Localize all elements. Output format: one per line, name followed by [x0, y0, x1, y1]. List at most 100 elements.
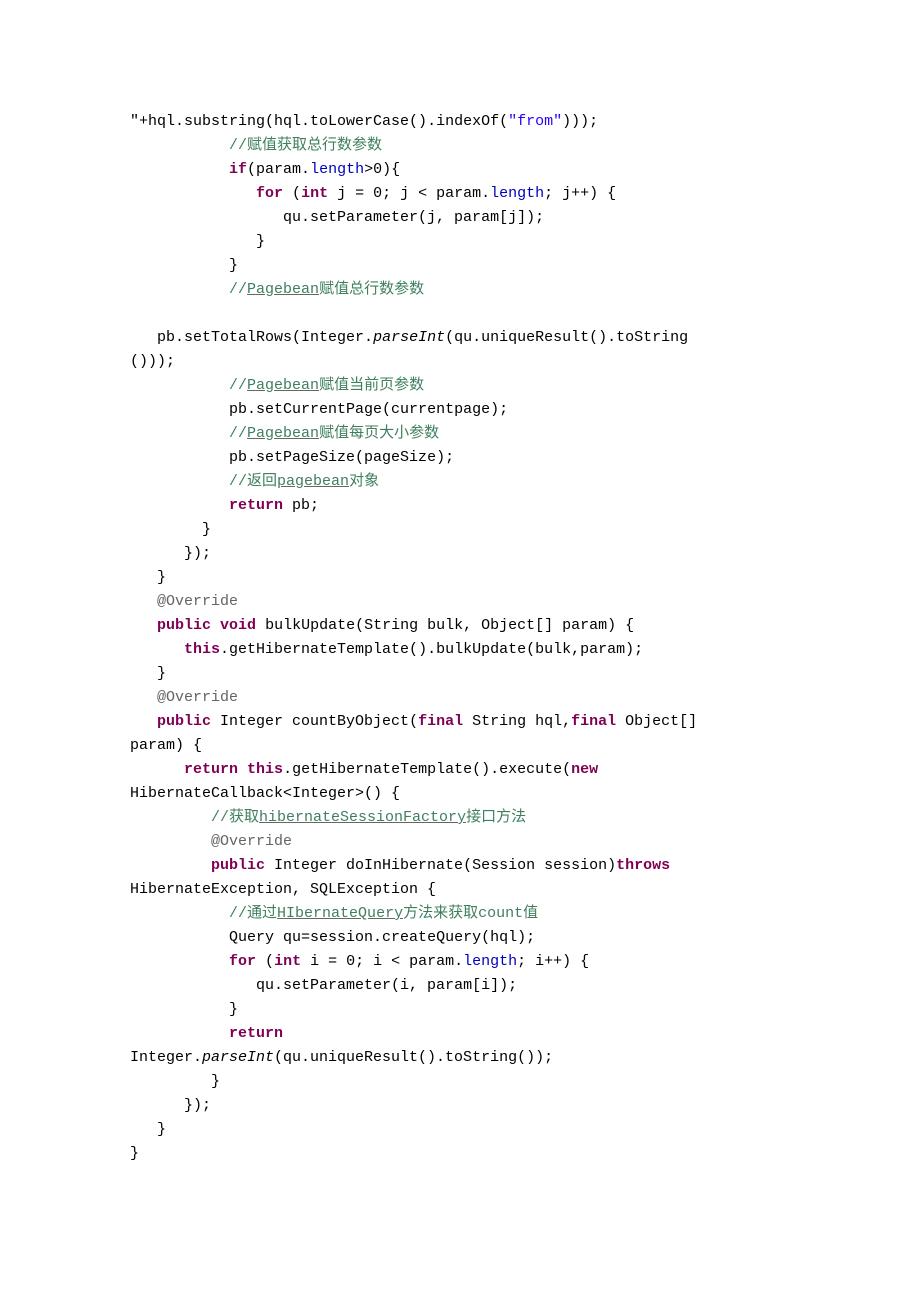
code-token: }); [184, 1097, 211, 1114]
code-token: for [229, 953, 256, 970]
code-line: } [130, 230, 880, 254]
code-token: bulkUpdate(String bulk, Object[] param) … [256, 617, 634, 634]
code-token: (qu.uniqueResult().toString()); [274, 1049, 553, 1066]
code-token: } [202, 521, 211, 538]
code-line: public Integer countByObject(final Strin… [130, 710, 880, 734]
code-line: //Pagebean赋值当前页参数 [130, 374, 880, 398]
code-line: } [130, 998, 880, 1022]
code-line: pb.setPageSize(pageSize); [130, 446, 880, 470]
code-token: pagebean [277, 473, 349, 490]
code-token: 赋值每页大小参数 [319, 425, 439, 442]
code-token: ())); [130, 353, 175, 370]
code-token: //返回 [229, 473, 277, 490]
code-token: final [418, 713, 463, 730]
code-token: j = 0; j < param. [328, 185, 490, 202]
code-token: public [157, 617, 211, 634]
code-token: this [247, 761, 283, 778]
code-token: HibernateCallback<Integer>() { [130, 785, 400, 802]
code-line: Query qu=session.createQuery(hql); [130, 926, 880, 950]
code-token [130, 305, 157, 322]
code-line: public void bulkUpdate(String bulk, Obje… [130, 614, 880, 638]
code-token: throws [616, 857, 670, 874]
code-token: parseInt [373, 329, 445, 346]
code-token: void [220, 617, 256, 634]
code-token: //获取 [211, 809, 259, 826]
code-token: } [157, 665, 166, 682]
code-line: //赋值获取总行数参数 [130, 134, 880, 158]
code-token [283, 1025, 292, 1042]
code-token: // [229, 425, 247, 442]
code-token: ( [283, 185, 301, 202]
code-token: pb.setTotalRows(Integer. [157, 329, 373, 346]
code-line: @Override [130, 590, 880, 614]
document-page: "+hql.substring(hql.toLowerCase().indexO… [0, 0, 920, 1206]
code-line: }); [130, 1094, 880, 1118]
code-token: //赋值获取总行数参数 [229, 137, 382, 154]
code-line: } [130, 1118, 880, 1142]
code-token: } [229, 257, 238, 274]
code-token: (param. [247, 161, 310, 178]
code-token: String hql, [463, 713, 571, 730]
code-token: return [184, 761, 238, 778]
code-line: } [130, 254, 880, 278]
code-token: parseInt [202, 1049, 274, 1066]
code-token: HibernateException, SQLException { [130, 881, 436, 898]
code-token [211, 617, 220, 634]
code-line: HibernateCallback<Integer>() { [130, 782, 880, 806]
code-line: //通过HIbernateQuery方法来获取count值 [130, 902, 880, 926]
code-token: Pagebean [247, 377, 319, 394]
code-token: public [157, 713, 211, 730]
code-token: } [130, 1145, 139, 1162]
code-token [670, 857, 679, 874]
code-token: length [463, 953, 517, 970]
code-token: >0){ [364, 161, 400, 178]
code-token: @Override [157, 689, 238, 706]
code-line: HibernateException, SQLException { [130, 878, 880, 902]
code-token: } [157, 1121, 166, 1138]
code-token: } [256, 233, 265, 250]
code-token: }); [184, 545, 211, 562]
code-line: } [130, 518, 880, 542]
code-line: } [130, 566, 880, 590]
code-line: "+hql.substring(hql.toLowerCase().indexO… [130, 110, 880, 134]
code-line: } [130, 1142, 880, 1166]
code-line: Integer.parseInt(qu.uniqueResult().toStr… [130, 1046, 880, 1070]
code-line: //Pagebean赋值总行数参数 [130, 278, 880, 302]
code-line: for (int j = 0; j < param.length; j++) { [130, 182, 880, 206]
code-token: Query qu=session.createQuery(hql); [229, 929, 535, 946]
code-line: } [130, 1070, 880, 1094]
code-token: hibernateSessionFactory [259, 809, 466, 826]
code-token: 对象 [349, 473, 379, 490]
code-token: new [571, 761, 598, 778]
code-token [238, 761, 247, 778]
code-line: pb.setCurrentPage(currentpage); [130, 398, 880, 422]
code-token: HIbernateQuery [277, 905, 403, 922]
code-token: Pagebean [247, 281, 319, 298]
code-token: public [211, 857, 265, 874]
code-line: pb.setTotalRows(Integer.parseInt(qu.uniq… [130, 326, 880, 350]
code-line: qu.setParameter(i, param[i]); [130, 974, 880, 998]
code-line: @Override [130, 686, 880, 710]
code-line: //返回pagebean对象 [130, 470, 880, 494]
code-line: qu.setParameter(j, param[j]); [130, 206, 880, 230]
code-line [130, 302, 880, 326]
code-token: length [310, 161, 364, 178]
code-line: @Override [130, 830, 880, 854]
code-token: qu.setParameter(i, param[i]); [256, 977, 517, 994]
code-token: pb.setCurrentPage(currentpage); [229, 401, 508, 418]
code-line: return [130, 1022, 880, 1046]
code-token: ; j++) { [544, 185, 616, 202]
code-token: qu.setParameter(j, param[j]); [283, 209, 544, 226]
code-token: int [274, 953, 301, 970]
code-token: +hql.substring(hql.toLowerCase().indexOf… [139, 113, 508, 130]
code-token: final [571, 713, 616, 730]
code-line: return this.getHibernateTemplate().execu… [130, 758, 880, 782]
code-token: 接口方法 [466, 809, 526, 826]
code-token: @Override [211, 833, 292, 850]
code-line: this.getHibernateTemplate().bulkUpdate(b… [130, 638, 880, 662]
code-line: param) { [130, 734, 880, 758]
code-token: pb.setPageSize(pageSize); [229, 449, 454, 466]
code-token: .getHibernateTemplate().bulkUpdate(bulk,… [220, 641, 643, 658]
code-token: Pagebean [247, 425, 319, 442]
code-line: //获取hibernateSessionFactory接口方法 [130, 806, 880, 830]
